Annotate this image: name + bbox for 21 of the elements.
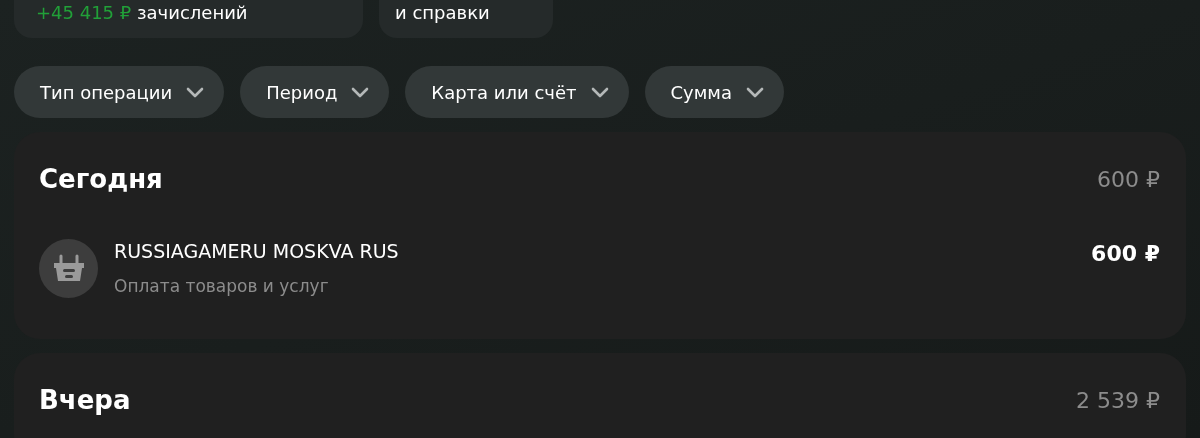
filter-dropdown[interactable]: Тип операции xyxy=(14,66,225,118)
summary-card[interactable]: и справки xyxy=(379,0,553,38)
operation-category: Оплата товаров и услуг xyxy=(114,274,330,298)
day-total: 2 539 ₽ xyxy=(1076,387,1160,415)
summary-card[interactable]: +45 415 ₽ зачислений xyxy=(14,0,363,38)
chevron-down-icon xyxy=(186,86,205,98)
day-title: Вчера xyxy=(39,384,131,417)
day-total: 600 ₽ xyxy=(1097,166,1160,194)
chevron-down-icon xyxy=(745,86,764,98)
filter-dropdown[interactable]: Сумма xyxy=(644,66,784,118)
chevron-down-icon xyxy=(590,86,609,98)
operation-amount: 600 ₽ xyxy=(1091,240,1160,268)
filter-dropdown[interactable]: Период xyxy=(240,66,390,118)
day-title: Сегодня xyxy=(39,163,163,196)
merchant-name: RUSSIAGAMERU MOSKVA RUS xyxy=(114,239,400,264)
amount-text: +45 415 ₽ xyxy=(36,2,132,24)
summary-label: и справки xyxy=(395,2,490,24)
chevron-down-icon xyxy=(351,86,370,98)
filter-dropdown[interactable]: Карта или счёт xyxy=(405,66,629,118)
operation-row[interactable]: RUSSIAGAMERU MOSKVA RUS Оплата товаров и услуг 600 ₽ xyxy=(39,237,1160,299)
summary-label: зачислений xyxy=(137,2,248,24)
